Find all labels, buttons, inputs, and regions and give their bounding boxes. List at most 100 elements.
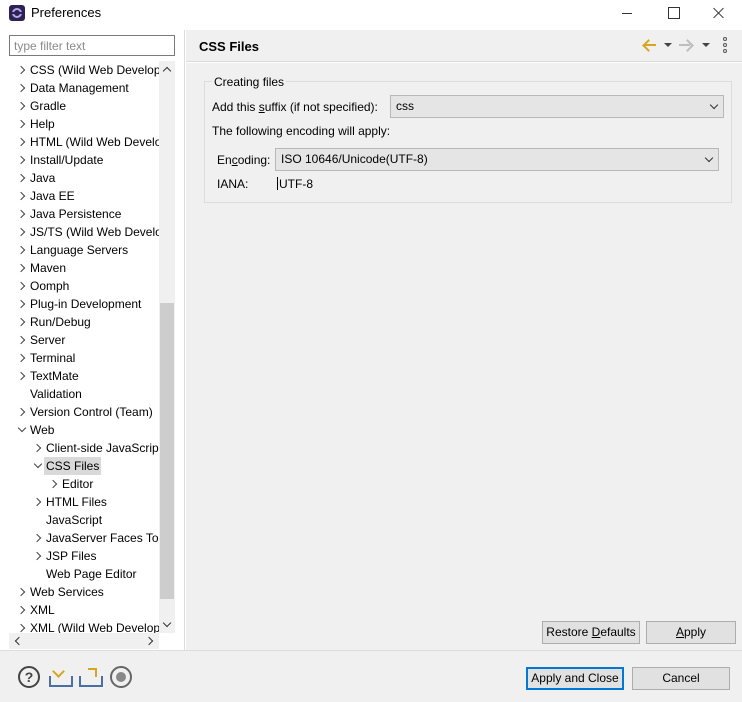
tree-item[interactable]: Web Services: [0, 583, 160, 601]
chevron-right-icon[interactable]: [48, 475, 60, 493]
chevron-down-icon[interactable]: [16, 421, 28, 439]
chevron-right-icon[interactable]: [16, 259, 28, 277]
chevron-right-icon[interactable]: [16, 601, 28, 619]
close-button[interactable]: [696, 0, 742, 26]
tree-item-label: Web Services: [30, 585, 104, 599]
chevron-right-icon[interactable]: [16, 223, 28, 241]
tree-item-label: Maven: [30, 261, 67, 275]
chevron-right-icon[interactable]: [16, 583, 28, 601]
tree-item[interactable]: Java: [0, 169, 160, 187]
tree-item[interactable]: Maven: [0, 259, 160, 277]
tree-item-label: Run/Debug: [30, 315, 91, 329]
chevron-right-icon[interactable]: [16, 133, 28, 151]
cancel-button[interactable]: Cancel: [632, 667, 730, 690]
tree-item[interactable]: CSS (Wild Web Developer): [0, 61, 160, 79]
chevron-right-icon[interactable]: [32, 493, 44, 511]
scroll-right-arrow-icon[interactable]: [143, 633, 159, 649]
tree-item[interactable]: CSS Files: [0, 457, 160, 475]
tree-item[interactable]: Web: [0, 421, 160, 439]
view-menu-icon[interactable]: [722, 37, 728, 53]
chevron-right-icon[interactable]: [16, 151, 28, 169]
tree-item[interactable]: HTML Files: [0, 493, 160, 511]
tree-item[interactable]: JSP Files: [0, 547, 160, 565]
restore-defaults-button[interactable]: Restore Defaults: [542, 621, 640, 644]
export-icon[interactable]: [78, 666, 103, 688]
tree-item[interactable]: XML: [0, 601, 160, 619]
iana-value[interactable]: UTF-8: [277, 177, 313, 191]
scroll-down-arrow-icon[interactable]: [159, 617, 175, 633]
tree-vertical-scrollbar[interactable]: [159, 61, 175, 633]
tree-item[interactable]: Server: [0, 331, 160, 349]
tree-item-label: JSP Files: [46, 549, 97, 563]
tree-item[interactable]: HTML (Wild Web Developer): [0, 133, 160, 151]
help-icon[interactable]: ?: [18, 666, 40, 688]
scroll-left-arrow-icon[interactable]: [9, 633, 25, 649]
apply-button[interactable]: Apply: [646, 621, 736, 644]
tree-item[interactable]: Client-side JavaScript: [0, 439, 160, 457]
tree-item[interactable]: Install/Update: [0, 151, 160, 169]
chevron-right-icon[interactable]: [32, 439, 44, 457]
chevron-right-icon[interactable]: [16, 79, 28, 97]
apply-and-close-button[interactable]: Apply and Close: [526, 667, 624, 690]
scroll-thumb[interactable]: [160, 303, 174, 599]
tree-item[interactable]: Web Page Editor: [0, 565, 160, 583]
forward-history-dropdown-icon[interactable]: [702, 43, 710, 47]
tree-item[interactable]: Version Control (Team): [0, 403, 160, 421]
tree-item-label: Server: [30, 333, 66, 347]
tree-item-label: TextMate: [30, 369, 79, 383]
tree-item[interactable]: XML (Wild Web Developer): [0, 619, 160, 633]
tree-item[interactable]: Data Management: [0, 79, 160, 97]
back-arrow-icon[interactable]: [641, 38, 657, 52]
chevron-down-icon[interactable]: [32, 457, 44, 475]
chevron-right-icon[interactable]: [16, 403, 28, 421]
preferences-tree: CSS (Wild Web Developer) Data Management G…: [0, 61, 175, 633]
scroll-up-arrow-icon[interactable]: [159, 61, 175, 77]
chevron-right-icon[interactable]: [16, 61, 28, 79]
tree-item[interactable]: Editor: [0, 475, 160, 493]
chevron-right-icon[interactable]: [32, 547, 44, 565]
tree-item[interactable]: Plug-in Development: [0, 295, 160, 313]
filter-input[interactable]: [9, 35, 175, 56]
tree-item[interactable]: JavaServer Faces Tools: [0, 529, 160, 547]
forward-arrow-icon[interactable]: [678, 38, 694, 52]
record-icon[interactable]: [110, 666, 132, 688]
tree-item-label: Install/Update: [30, 153, 104, 167]
tree-item-label: Validation: [30, 387, 82, 401]
tree-item[interactable]: Java Persistence: [0, 205, 160, 223]
chevron-right-icon[interactable]: [16, 349, 28, 367]
chevron-right-icon[interactable]: [16, 331, 28, 349]
chevron-right-icon[interactable]: [16, 169, 28, 187]
tree-horizontal-scrollbar[interactable]: [9, 633, 159, 649]
tree-item[interactable]: Validation: [0, 385, 160, 403]
tree-item[interactable]: Java EE: [0, 187, 160, 205]
chevron-right-icon[interactable]: [16, 277, 28, 295]
tree-item[interactable]: TextMate: [0, 367, 160, 385]
tree-item[interactable]: JavaScript: [0, 511, 160, 529]
chevron-right-icon[interactable]: [16, 241, 28, 259]
tree-item[interactable]: Language Servers: [0, 241, 160, 259]
chevron-right-icon[interactable]: [16, 115, 28, 133]
tree-item[interactable]: Gradle: [0, 97, 160, 115]
minimize-button[interactable]: [604, 0, 650, 26]
tree-item[interactable]: Run/Debug: [0, 313, 160, 331]
suffix-combo[interactable]: css: [390, 95, 724, 118]
chevron-right-icon[interactable]: [16, 205, 28, 223]
tree-item-label: XML (Wild Web Developer): [30, 621, 160, 633]
chevron-right-icon[interactable]: [16, 313, 28, 331]
pane-divider[interactable]: [184, 30, 185, 650]
chevron-right-icon[interactable]: [16, 97, 28, 115]
tree-item[interactable]: Help: [0, 115, 160, 133]
chevron-right-icon[interactable]: [16, 367, 28, 385]
back-history-dropdown-icon[interactable]: [664, 43, 672, 47]
chevron-right-icon[interactable]: [16, 187, 28, 205]
chevron-right-icon[interactable]: [32, 529, 44, 547]
encoding-combo[interactable]: ISO 10646/Unicode(UTF-8): [275, 148, 719, 171]
tree-item[interactable]: Oomph: [0, 277, 160, 295]
import-icon[interactable]: [48, 666, 73, 688]
tree-item[interactable]: Terminal: [0, 349, 160, 367]
iana-label: IANA:: [217, 177, 249, 191]
chevron-right-icon[interactable]: [16, 295, 28, 313]
tree-item[interactable]: JS/TS (Wild Web Developer): [0, 223, 160, 241]
maximize-button[interactable]: [650, 0, 696, 26]
chevron-right-icon[interactable]: [16, 619, 28, 633]
